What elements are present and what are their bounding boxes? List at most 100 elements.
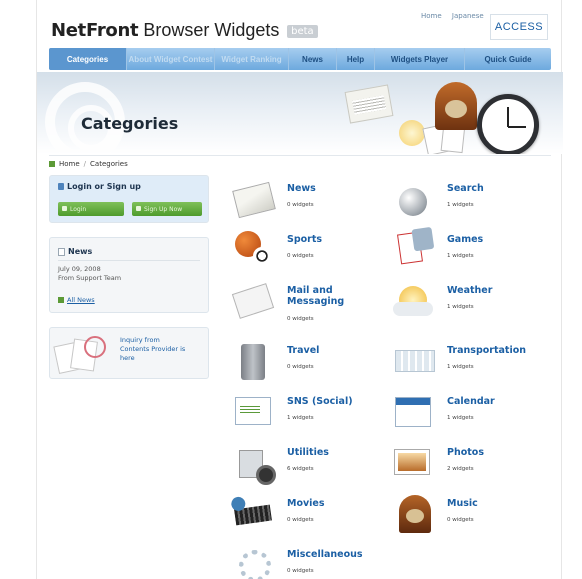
category-count: 0 widgets (447, 517, 474, 523)
category-count: 0 widgets (287, 202, 314, 208)
document-icon (58, 247, 65, 256)
radio-icon (435, 82, 477, 130)
breadcrumb-current: Categories (90, 159, 128, 168)
hero-banner: Categories (37, 72, 563, 154)
category-music[interactable]: Music 0 widgets (395, 493, 545, 539)
category-name[interactable]: Search (447, 183, 547, 194)
category-transportation[interactable]: Transportation 1 widgets (395, 340, 565, 386)
home-icon (49, 160, 55, 167)
category-count: 0 widgets (287, 568, 314, 574)
category-name[interactable]: Travel (287, 345, 387, 356)
inquiry-link[interactable]: Inquiry from Contents Provider is here (120, 336, 185, 363)
category-count: 2 widgets (447, 466, 474, 472)
category-name[interactable]: Photos (447, 447, 547, 458)
tab-widget-ranking[interactable]: Widget Ranking (215, 48, 289, 70)
news-entry[interactable]: July 09, 2008 From Support Team (58, 265, 121, 283)
main-nav: Categories About Widget Contest Widget R… (49, 48, 551, 70)
category-count: 1 widgets (447, 253, 474, 259)
category-name[interactable]: Mail and Messaging (287, 285, 387, 307)
sun-icon (399, 120, 425, 146)
tab-about-widget-contest[interactable]: About Widget Contest (127, 48, 215, 70)
clock-icon (477, 94, 539, 154)
category-mail-and-messaging[interactable]: Mail and Messaging 0 widgets (231, 280, 387, 334)
notebook-icon (235, 397, 271, 425)
category-photos[interactable]: Photos 2 widgets (395, 442, 545, 488)
home-link[interactable]: Home (421, 12, 442, 20)
logo-title: Browser Widgets (143, 20, 280, 40)
documents-stamp-icon (53, 334, 114, 374)
film-reel-icon (234, 504, 272, 526)
login-box: Login or Sign up Login Sign Up Now (49, 175, 209, 223)
photo-icon (395, 450, 429, 474)
calendar-icon (395, 397, 431, 427)
category-games[interactable]: Games 1 widgets (395, 229, 545, 275)
category-count: 1 widgets (287, 415, 314, 421)
category-name[interactable]: SNS (Social) (287, 396, 387, 407)
category-movies[interactable]: Movies 0 widgets (234, 493, 387, 539)
category-travel[interactable]: Travel 0 widgets (235, 340, 385, 386)
category-news[interactable]: News 0 widgets (232, 178, 387, 224)
category-count: 0 widgets (287, 316, 314, 322)
category-calendar[interactable]: Calendar 1 widgets (395, 391, 545, 437)
calculator-icon (239, 450, 276, 485)
inquiry-box[interactable]: Inquiry from Contents Provider is here (49, 327, 209, 379)
all-news-link[interactable]: All News (58, 296, 95, 304)
divider (58, 260, 200, 261)
japanese-link[interactable]: Japanese (452, 12, 484, 20)
category-name[interactable]: Calendar (447, 396, 547, 407)
category-count: 0 widgets (287, 517, 314, 523)
lock-icon (58, 183, 64, 190)
category-sports[interactable]: Sports 0 widgets (235, 229, 385, 275)
category-name[interactable]: Weather (447, 285, 547, 296)
category-name[interactable]: Sports (287, 234, 387, 245)
category-count: 1 widgets (447, 415, 474, 421)
breadcrumb: Home / Categories (49, 155, 551, 171)
tab-help[interactable]: Help (337, 48, 375, 70)
category-search[interactable]: Search 1 widgets (395, 178, 545, 224)
news-box-title: News (58, 247, 92, 256)
gears-icon (239, 550, 271, 579)
tab-quick-guide[interactable]: Quick Guide (465, 48, 551, 70)
news-from: From Support Team (58, 274, 122, 282)
category-weather[interactable]: Weather 1 widgets (393, 280, 547, 326)
category-name[interactable]: News (287, 183, 387, 194)
category-name[interactable]: Utilities (287, 447, 387, 458)
category-name[interactable]: Games (447, 234, 547, 245)
category-utilities[interactable]: Utilities 6 widgets (235, 442, 385, 488)
playing-cards-icon (397, 231, 423, 265)
beta-badge: beta (287, 24, 318, 38)
category-count: 1 widgets (447, 304, 474, 310)
category-name[interactable]: Movies (287, 498, 387, 509)
newspaper-icon (344, 84, 394, 124)
tab-widgets-player[interactable]: Widgets Player (375, 48, 465, 70)
category-count: 6 widgets (287, 466, 314, 472)
page-frame: NetFront Browser Widgets beta Home Japan… (36, 0, 565, 579)
page-title: Categories (81, 114, 179, 133)
newspaper-icon (232, 181, 276, 219)
category-name[interactable]: Miscellaneous (287, 549, 387, 560)
login-button[interactable]: Login (58, 202, 124, 216)
site-logo[interactable]: NetFront Browser Widgets beta (51, 20, 318, 41)
category-name[interactable]: Music (447, 498, 547, 509)
train-icon (395, 350, 435, 372)
category-name[interactable]: Transportation (447, 345, 547, 356)
sun-cloud-icon (393, 286, 433, 316)
envelopes-icon (231, 283, 275, 319)
logo-brand: NetFront (51, 20, 139, 41)
category-miscellaneous[interactable]: Miscellaneous 0 widgets (235, 544, 387, 579)
access-logo[interactable]: ACCESS (490, 14, 548, 40)
radio-icon (399, 495, 431, 533)
magnifier-icon (399, 188, 427, 216)
tab-news[interactable]: News (289, 48, 337, 70)
category-count: 1 widgets (447, 202, 474, 208)
news-date: July 09, 2008 (58, 265, 101, 273)
signup-button[interactable]: Sign Up Now (132, 202, 202, 216)
tab-categories[interactable]: Categories (49, 48, 127, 70)
category-count: 1 widgets (447, 364, 474, 370)
suitcase-icon (241, 344, 265, 380)
category-sns-social[interactable]: SNS (Social) 1 widgets (235, 391, 385, 437)
breadcrumb-separator: / (83, 159, 87, 168)
login-title: Login or Sign up (58, 182, 141, 191)
news-box: News July 09, 2008 From Support Team All… (49, 237, 209, 313)
breadcrumb-home[interactable]: Home (59, 160, 80, 168)
